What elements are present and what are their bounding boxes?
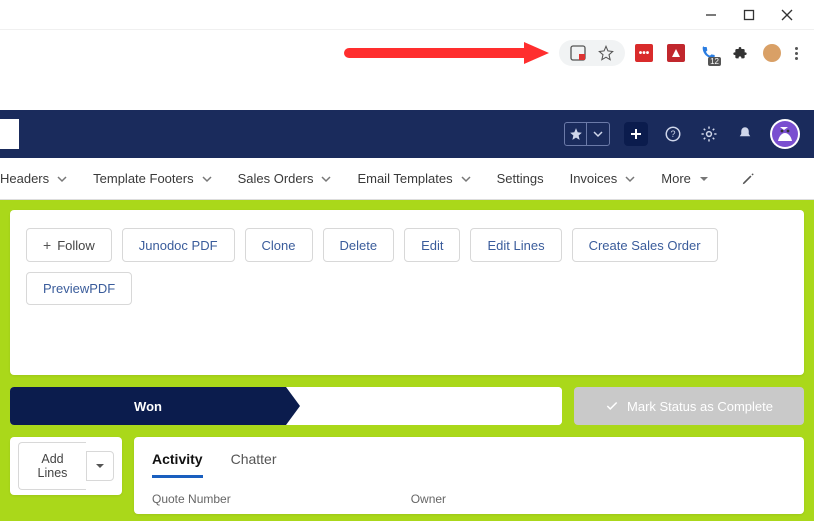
browser-toolbar: ••• 12 — [0, 30, 814, 76]
global-search[interactable] — [0, 119, 20, 149]
follow-button[interactable]: + Follow — [26, 228, 112, 262]
extension-phone-icon[interactable]: 12 — [699, 44, 717, 62]
field-quote-number-label: Quote Number — [152, 492, 231, 506]
extension-icons: ••• 12 — [635, 44, 804, 62]
nav-more[interactable]: More — [661, 171, 709, 186]
app-header: ? — [0, 110, 814, 158]
nav-invoices[interactable]: Invoices — [570, 171, 636, 186]
favorite-star-icon[interactable] — [565, 123, 587, 145]
tab-activity[interactable]: Activity — [152, 451, 203, 478]
user-avatar[interactable] — [770, 119, 800, 149]
profile-avatar-icon[interactable] — [763, 44, 781, 62]
edit-nav-pencil-icon[interactable] — [741, 172, 755, 186]
extension-adobe-icon[interactable] — [667, 44, 685, 62]
chevron-down-icon — [321, 174, 331, 184]
nav-label: Template Footers — [93, 171, 193, 186]
chevron-down-icon — [202, 174, 212, 184]
status-stage-won[interactable]: Won — [10, 387, 286, 425]
field-labels-row: Quote Number Owner — [152, 492, 786, 506]
extension-badge: 12 — [708, 57, 721, 66]
status-stage-label: Won — [134, 399, 162, 414]
nav-label: More — [661, 171, 691, 186]
add-lines-button[interactable]: Add Lines — [18, 442, 86, 490]
nav-label: Email Templates — [357, 171, 452, 186]
detail-card: Activity Chatter Quote Number Owner — [134, 437, 804, 514]
window-controls — [0, 0, 814, 30]
clone-button[interactable]: Clone — [245, 228, 313, 262]
annotation-arrow — [10, 39, 559, 67]
nav-headers[interactable]: Headers — [0, 171, 67, 186]
extensions-puzzle-icon[interactable] — [731, 44, 749, 62]
plus-icon: + — [43, 237, 51, 253]
nav-label: Invoices — [570, 171, 618, 186]
nav-sales-orders[interactable]: Sales Orders — [238, 171, 332, 186]
status-path-row: Won Mark Status as Complete — [10, 387, 804, 425]
help-icon[interactable]: ? — [662, 123, 684, 145]
nav-settings[interactable]: Settings — [497, 171, 544, 186]
nav-label: Settings — [497, 171, 544, 186]
nav-email-templates[interactable]: Email Templates — [357, 171, 470, 186]
nav-label: Headers — [0, 171, 49, 186]
edit-button[interactable]: Edit — [404, 228, 460, 262]
nav-label: Sales Orders — [238, 171, 314, 186]
global-add-button[interactable] — [624, 122, 648, 146]
caret-down-icon — [699, 174, 709, 184]
follow-label: Follow — [57, 238, 95, 253]
bookmark-star-icon[interactable] — [597, 44, 615, 62]
object-nav: Headers Template Footers Sales Orders Em… — [0, 158, 814, 200]
edit-lines-button[interactable]: Edit Lines — [470, 228, 561, 262]
mark-complete-label: Mark Status as Complete — [627, 399, 773, 414]
notifications-bell-icon[interactable] — [734, 123, 756, 145]
setup-gear-icon[interactable] — [698, 123, 720, 145]
check-icon — [605, 399, 619, 413]
record-actions-card: + Follow Junodoc PDF Clone Delete Edit E… — [10, 210, 804, 375]
preview-pdf-button[interactable]: PreviewPDF — [26, 272, 132, 305]
field-owner-label: Owner — [411, 492, 446, 506]
omnibox-actions — [559, 40, 625, 66]
status-stage-next[interactable] — [286, 387, 562, 425]
tab-chatter[interactable]: Chatter — [231, 451, 277, 478]
window-maximize-button[interactable] — [742, 8, 756, 22]
chevron-down-icon — [625, 174, 635, 184]
add-lines-card: Add Lines — [10, 437, 122, 495]
window-minimize-button[interactable] — [704, 8, 718, 22]
add-lines-dropdown[interactable] — [86, 451, 114, 481]
chevron-down-icon — [461, 174, 471, 184]
delete-button[interactable]: Delete — [323, 228, 395, 262]
create-sales-order-button[interactable]: Create Sales Order — [572, 228, 718, 262]
translate-icon[interactable] — [569, 44, 587, 62]
svg-text:?: ? — [670, 129, 675, 139]
extension-lastpass-icon[interactable]: ••• — [635, 44, 653, 62]
mark-status-complete-button[interactable]: Mark Status as Complete — [574, 387, 804, 425]
page-body: + Follow Junodoc PDF Clone Delete Edit E… — [0, 200, 814, 521]
browser-menu-button[interactable] — [795, 47, 798, 60]
favorites-toggle[interactable] — [564, 122, 610, 146]
status-path[interactable]: Won — [10, 387, 562, 425]
detail-tabs: Activity Chatter — [152, 451, 786, 478]
chevron-down-icon — [57, 174, 67, 184]
junodoc-pdf-button[interactable]: Junodoc PDF — [122, 228, 235, 262]
favorite-dropdown-icon[interactable] — [587, 123, 609, 145]
nav-template-footers[interactable]: Template Footers — [93, 171, 211, 186]
window-close-button[interactable] — [780, 8, 794, 22]
caret-down-icon — [95, 461, 105, 471]
